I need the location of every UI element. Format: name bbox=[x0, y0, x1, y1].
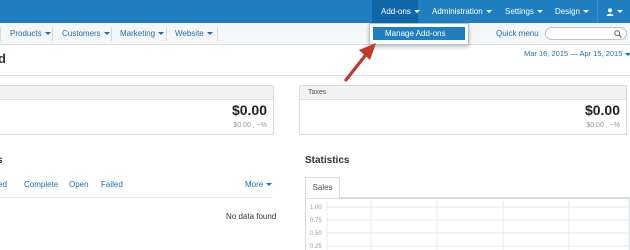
chevron-down-icon bbox=[103, 32, 110, 36]
empty-state-message: No data found bbox=[226, 212, 277, 221]
card-header bbox=[0, 86, 273, 100]
annotation-arrow-icon bbox=[344, 43, 376, 82]
user-menu[interactable] bbox=[597, 0, 630, 23]
user-icon bbox=[606, 8, 614, 16]
chevron-down-icon bbox=[266, 183, 273, 187]
tab-open[interactable]: Open bbox=[69, 180, 89, 189]
chevron-down-icon bbox=[44, 32, 51, 36]
marketing-menu-label: Marketing bbox=[120, 29, 156, 38]
design-menu[interactable]: Design bbox=[555, 0, 589, 23]
chevron-down-icon bbox=[413, 10, 420, 14]
products-menu[interactable]: Products bbox=[10, 23, 51, 45]
card-change: $0.00 , −% bbox=[233, 122, 267, 129]
tab-failed[interactable]: Failed bbox=[101, 180, 123, 189]
design-menu-label: Design bbox=[555, 7, 580, 16]
website-menu-label: Website bbox=[175, 29, 204, 38]
more-tabs-label: More bbox=[245, 180, 264, 189]
date-range-label: Mar 16, 2015 — Apr 15, 2015 bbox=[524, 49, 623, 58]
chevron-down-icon bbox=[536, 10, 543, 14]
statistics-section-title: Statistics bbox=[305, 155, 350, 166]
taxes-amount: $0.00 bbox=[584, 102, 620, 118]
taxes-card: Taxes $0.00 $0.00 , −% bbox=[299, 85, 627, 135]
secondary-navigation-bar: Products Customers Marketing Website Qui… bbox=[0, 23, 630, 45]
y-tick-label: 1.00 bbox=[310, 205, 322, 211]
chevron-down-icon bbox=[625, 52, 630, 56]
divider bbox=[52, 27, 53, 41]
divider bbox=[217, 27, 218, 41]
chevron-down-icon bbox=[485, 10, 492, 14]
chevron-down-icon bbox=[582, 10, 589, 14]
date-range-picker[interactable]: Mar 16, 2015 — Apr 15, 2015 bbox=[524, 49, 630, 58]
tab-complete[interactable]: Complete bbox=[24, 180, 58, 189]
y-tick-label: 0.75 bbox=[310, 218, 322, 224]
divider bbox=[0, 27, 1, 41]
orders-section-title: s bbox=[0, 155, 3, 166]
card-amount: $0.00 bbox=[231, 102, 267, 118]
chart-grid bbox=[305, 198, 630, 250]
customers-menu-label: Customers bbox=[62, 29, 101, 38]
divider bbox=[111, 27, 112, 41]
y-tick-label: 0.25 bbox=[310, 244, 322, 250]
administration-menu[interactable]: Administration bbox=[432, 0, 492, 23]
page-title: d bbox=[0, 51, 6, 66]
addons-menu-label: Add-ons bbox=[381, 7, 411, 16]
quick-menu-link[interactable]: Quick menu bbox=[496, 23, 539, 45]
manage-addons-menu-item[interactable]: Manage Add-ons bbox=[373, 27, 465, 40]
customers-menu[interactable]: Customers bbox=[62, 23, 110, 45]
products-menu-label: Products bbox=[10, 29, 42, 38]
y-tick-label: 0.50 bbox=[310, 231, 322, 237]
taxes-card-header: Taxes bbox=[300, 86, 626, 100]
administration-menu-label: Administration bbox=[432, 7, 483, 16]
search-icon bbox=[614, 30, 622, 38]
search-input[interactable] bbox=[545, 27, 627, 40]
quick-menu-label: Quick menu bbox=[496, 29, 539, 38]
settings-menu-label: Settings bbox=[505, 7, 534, 16]
sales-chart: 1.00 0.75 0.50 0.25 bbox=[305, 198, 630, 250]
addons-menu[interactable]: Add-ons bbox=[372, 0, 420, 23]
marketing-menu[interactable]: Marketing bbox=[120, 23, 165, 45]
divider bbox=[0, 197, 272, 198]
chevron-down-icon bbox=[617, 10, 623, 14]
tab-all-orders[interactable]: ed bbox=[0, 180, 7, 189]
chevron-down-icon bbox=[158, 32, 165, 36]
website-menu[interactable]: Website bbox=[175, 23, 213, 45]
addons-dropdown: Manage Add-ons bbox=[369, 23, 469, 45]
more-tabs-menu[interactable]: More bbox=[245, 180, 273, 189]
top-navigation-bar: Add-ons Administration Settings Design bbox=[0, 0, 630, 23]
taxes-change: $0.00 , −% bbox=[586, 122, 620, 129]
chevron-down-icon bbox=[206, 32, 213, 36]
tab-sales[interactable]: Sales bbox=[305, 177, 340, 198]
settings-menu[interactable]: Settings bbox=[505, 0, 543, 23]
summary-card: $0.00 $0.00 , −% bbox=[0, 85, 274, 135]
divider bbox=[166, 27, 167, 41]
